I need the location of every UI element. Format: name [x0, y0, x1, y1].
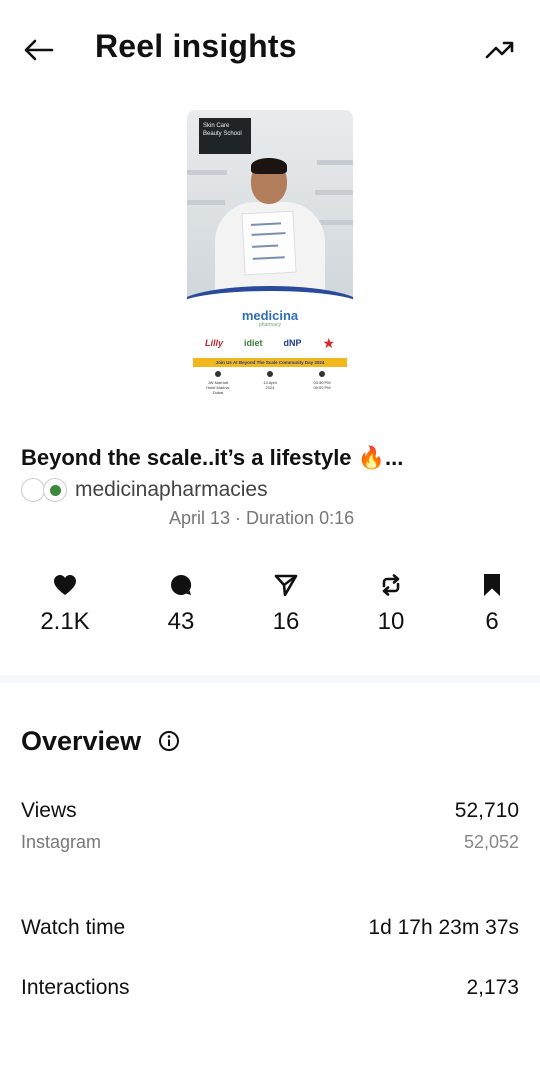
brand-subtitle: pharmacy — [259, 322, 281, 328]
location-icon — [215, 371, 221, 377]
reel-photo: Skin Care Beauty School — [187, 110, 353, 326]
event-time: 03:30 PM 09:00 PM — [307, 371, 337, 397]
reel-thumbnail[interactable]: Skin Care Beauty School medicina pharmac… — [187, 110, 353, 404]
sponsor-logos: Lilly idiet dNP ★ — [205, 334, 335, 352]
reposts-count: 10 — [377, 608, 405, 635]
instagram-views-value: 52,052 — [463, 832, 519, 852]
interactions-label[interactable]: Interactions — [21, 976, 130, 1000]
watch-time-value: 1d 17h 23m 37s — [368, 916, 519, 939]
likes-count: 2.1K — [40, 608, 90, 635]
collab-avatar — [21, 478, 45, 502]
held-poster — [241, 210, 297, 276]
info-icon[interactable] — [158, 730, 180, 752]
event-banner: Join Us At Beyond The Scale Community Da… — [193, 358, 347, 367]
section-divider — [0, 675, 540, 683]
star-logo-icon: ★ — [322, 334, 335, 351]
saves-count: 6 — [485, 608, 499, 635]
account-row[interactable]: medicinapharmacies — [21, 476, 268, 504]
calendar-icon — [267, 371, 273, 377]
comments-stat: 43 — [141, 572, 221, 636]
overview-title: Overview — [21, 726, 142, 756]
views-label: Views — [21, 799, 77, 822]
likes-stat: 2.1K — [25, 572, 105, 636]
saves-stat: 6 — [452, 572, 532, 636]
sponsor-logo: idiet — [243, 338, 263, 348]
clock-icon — [319, 371, 325, 377]
sponsor-logo: Lilly — [205, 338, 224, 348]
comments-count: 43 — [167, 608, 195, 635]
views-value: 52,710 — [454, 799, 519, 822]
heart-icon — [54, 575, 76, 595]
sponsor-logo: dNP — [283, 338, 302, 348]
event-date: 13 April 2024 — [255, 371, 285, 397]
shares-count: 16 — [272, 608, 300, 635]
arrow-left-icon — [24, 39, 54, 61]
event-location: JW Marriott Hotel Marina, Dubai — [203, 371, 233, 397]
reel-caption[interactable]: Beyond the scale..it’s a lifestyle 🔥... — [21, 445, 403, 471]
comment-icon — [171, 574, 192, 595]
bookmark-icon — [484, 574, 500, 596]
store-sign: Skin Care Beauty School — [199, 118, 251, 154]
share-icon — [274, 574, 298, 596]
interactions-value: 2,173 — [466, 976, 519, 999]
reposts-stat: 10 — [351, 572, 431, 636]
trending-up-icon — [485, 41, 514, 59]
header: Reel insights — [0, 0, 540, 96]
page-title: Reel insights — [95, 28, 297, 64]
shares-stat: 16 — [246, 572, 326, 636]
account-name[interactable]: medicinapharmacies — [75, 478, 268, 502]
account-avatar — [43, 478, 67, 502]
watch-time-label: Watch time — [21, 916, 126, 939]
back-button[interactable] — [18, 30, 58, 70]
post-meta: April 13 · Duration 0:16 — [169, 508, 355, 528]
instagram-views-label: Instagram — [21, 832, 102, 852]
event-info: JW Marriott Hotel Marina, Dubai 13 April… — [203, 371, 337, 397]
repost-icon — [382, 574, 400, 596]
trends-button[interactable] — [480, 32, 520, 68]
brand-logo: medicina — [241, 308, 299, 323]
engagement-stats: 2.1K 43 16 10 6 — [0, 572, 540, 642]
